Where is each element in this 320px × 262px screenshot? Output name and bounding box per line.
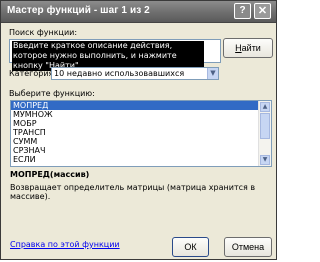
scroll-up-icon[interactable]: ▲ [260,102,270,112]
title-bar[interactable]: Мастер функций - шаг 1 из 2 ? ✕ [1,1,276,23]
cancel-button[interactable]: Отмена [224,237,272,257]
functions-label: Выберите функцию: [9,89,95,98]
scroll-thumb[interactable] [260,113,270,139]
list-item[interactable]: СРЗНАЧ [11,146,258,155]
list-item[interactable]: МУМНОЖ [11,110,258,119]
list-item-selected[interactable]: МОПРЕД [11,101,258,110]
function-list[interactable]: МОПРЕД МУМНОЖ МОБР ТРАНСП СУММ СРЗНАЧ ЕС… [10,100,272,167]
list-item[interactable]: ЕСЛИ [11,155,258,164]
help-icon[interactable]: ? [234,3,251,19]
search-label: Поиск функции: [9,28,78,37]
list-scrollbar[interactable]: ▲ ▼ [258,101,271,166]
list-item[interactable]: СУММ [11,137,258,146]
function-wizard-dialog: Мастер функций - шаг 1 из 2 ? ✕ Поиск фу… [0,0,277,260]
close-icon[interactable]: ✕ [254,3,271,19]
category-label: Категория: [9,69,57,78]
scroll-down-icon[interactable]: ▼ [260,155,270,165]
list-item[interactable]: ТРАНСП [11,128,258,137]
chevron-down-icon[interactable]: ▼ [207,68,218,79]
help-link[interactable]: Справка по этой функции [10,240,120,249]
category-selected-value: 10 недавно использовавшихся [54,69,185,78]
window-title: Мастер функций - шаг 1 из 2 [7,5,150,16]
function-description: Возвращает определитель матрицы (матрица… [10,183,256,201]
ok-button[interactable]: ОК [172,237,209,257]
function-signature: МОПРЕД(массив) [10,170,90,179]
search-input[interactable]: Введите краткое описание действия, котор… [9,39,221,71]
find-button-label: айти [241,43,261,53]
find-button[interactable]: Найти [223,38,273,58]
list-item[interactable]: МОБР [11,119,258,128]
category-select[interactable]: 10 недавно использовавшихся ▼ [51,67,219,80]
